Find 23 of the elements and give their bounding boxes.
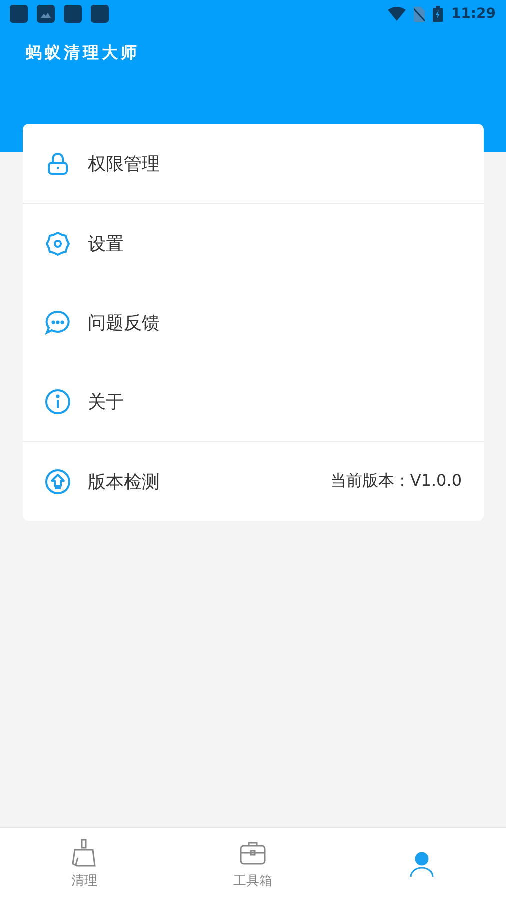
notification-icon bbox=[37, 5, 55, 23]
nav-tab[interactable]: 清理 bbox=[0, 828, 169, 900]
menu-item[interactable]: 权限管理 bbox=[23, 124, 484, 203]
nav-label: 工具箱 bbox=[234, 873, 272, 890]
status-time: 11:29 bbox=[451, 6, 496, 22]
app-title: 蚂蚁清理大师 bbox=[25, 42, 140, 64]
nav-label: 清理 bbox=[71, 873, 98, 890]
chat-bubble-icon bbox=[45, 310, 71, 336]
notification-icon bbox=[91, 5, 109, 23]
menu-item[interactable]: 版本检测 当前版本：V1.0.0 bbox=[23, 442, 484, 521]
notification-icon bbox=[10, 5, 28, 23]
notification-icon bbox=[64, 5, 82, 23]
menu-item[interactable]: 设置 bbox=[23, 204, 484, 283]
info-icon bbox=[45, 388, 71, 414]
nav-tab[interactable]: 工具箱 bbox=[168, 828, 338, 900]
wifi-icon bbox=[388, 7, 406, 21]
no-sim-icon bbox=[414, 6, 426, 22]
version-text: 当前版本：V1.0.0 bbox=[330, 471, 462, 492]
lock-icon bbox=[45, 150, 71, 176]
menu-item[interactable]: 关于 bbox=[23, 362, 484, 441]
battery-icon bbox=[433, 6, 444, 22]
settings-icon bbox=[45, 230, 71, 256]
menu-item[interactable]: 问题反馈 bbox=[23, 283, 484, 362]
